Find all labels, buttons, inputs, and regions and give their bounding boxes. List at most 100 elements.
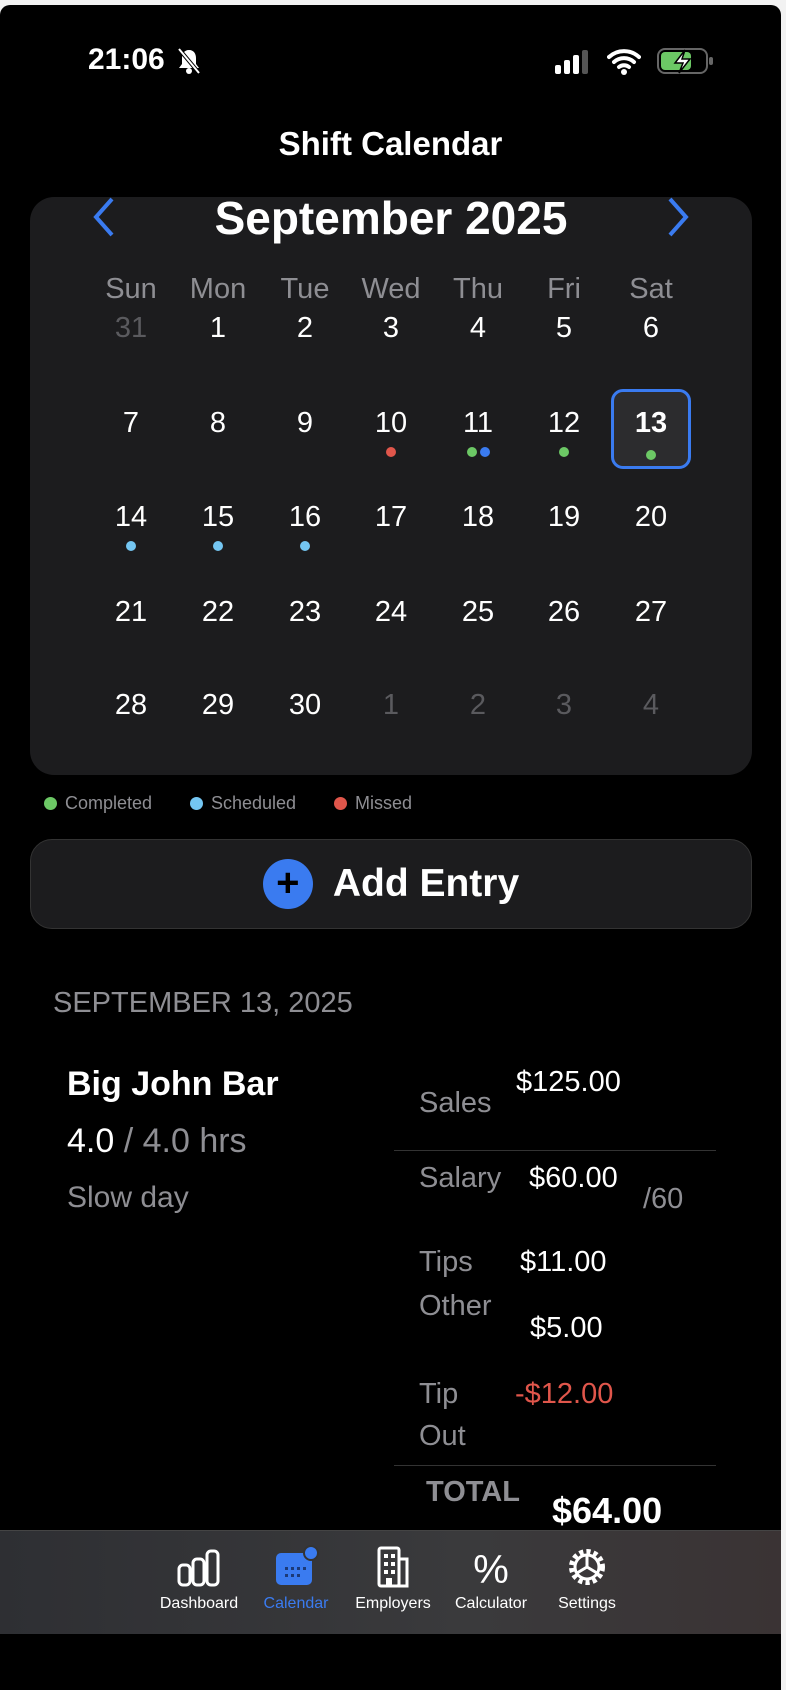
calendar-card: September 2025 Sun Mon Tue Wed Thu Fri Sat 31 1… [30,197,752,775]
tab-label: Dashboard [159,1595,239,1612]
gear-icon [569,1549,605,1585]
day-number: 3 [382,312,400,344]
calendar-day[interactable]: 26 [524,578,604,658]
silent-bell-icon [177,47,201,75]
calendar-day[interactable]: 10 [351,389,431,469]
day-number: 7 [122,407,140,439]
day-number: 6 [642,312,660,344]
divider [394,1150,716,1151]
calendar-day-selected[interactable]: 13 [611,389,691,469]
tab-calculator[interactable]: % Calculator [441,1545,541,1613]
employer-name: Big John Bar [67,1065,279,1103]
legend-label: Scheduled [211,793,297,813]
calendar-day[interactable]: 2 [265,294,345,374]
calendar-day[interactable]: 19 [524,483,604,563]
calendar-day[interactable]: 21 [91,578,171,658]
day-number: 17 [374,501,408,533]
day-number: 29 [201,689,235,721]
day-number: 1 [382,689,400,721]
calendar-day[interactable]: 23 [265,578,345,658]
calendar-day[interactable]: 27 [611,578,691,658]
calendar-day[interactable]: 25 [438,578,518,658]
scheduled-dot-icon [126,541,136,551]
day-number: 8 [209,407,227,439]
day-number: 4 [642,689,660,721]
day-number: 3 [555,689,573,721]
day-number: 13 [634,407,668,439]
percent-icon: % [473,1548,509,1589]
tab-dashboard[interactable]: Dashboard [149,1545,249,1613]
calendar-day[interactable]: 22 [178,578,258,658]
total-label: TOTAL [426,1476,520,1508]
next-month-chevron-icon[interactable] [664,197,694,239]
missed-dot-icon [334,797,347,810]
calendar-day[interactable]: 17 [351,483,431,563]
day-number: 27 [634,596,668,628]
calendar-day[interactable]: 20 [611,483,691,563]
tab-label: Calendar [263,1595,329,1612]
day-number: 23 [288,596,322,628]
signal-icon [555,50,588,74]
prev-month-chevron-icon[interactable] [88,197,118,239]
tab-settings[interactable]: Settings [537,1545,637,1613]
calendar-day[interactable]: 2 [438,671,518,751]
tipout-label: Tip Out [419,1378,466,1452]
page-title: Shift Calendar [278,125,503,162]
calendar-day[interactable]: 3 [524,671,604,751]
calendar-day[interactable]: 12 [524,389,604,469]
add-entry-button[interactable]: + Add Entry [30,839,752,929]
sales-label: Sales [419,1087,492,1119]
selected-date-header: SEPTEMBER 13, 2025 [53,987,353,1019]
calendar-day[interactable]: 24 [351,578,431,658]
sales-value: $125.00 [516,1066,621,1098]
svg-text:%: % [473,1548,509,1589]
calendar-day[interactable]: 8 [178,389,258,469]
calendar-day[interactable]: 1 [178,294,258,374]
completed-dot-icon [646,450,656,460]
calendar-day[interactable]: 29 [178,671,258,751]
salary-rate: /60 [643,1183,684,1215]
day-number: 14 [114,501,148,533]
day-number: 19 [547,501,581,533]
calendar-day[interactable]: 14 [91,483,171,563]
tab-label: Employers [355,1595,431,1612]
calendar-day[interactable]: 18 [438,483,518,563]
tab-calendar[interactable]: Calendar [246,1545,346,1613]
day-number: 24 [374,596,408,628]
tab-label: Calculator [454,1595,528,1612]
day-number: 31 [114,312,148,344]
other-dot-icon [479,447,490,457]
calendar-day[interactable]: 4 [438,294,518,374]
day-number: 30 [288,689,322,721]
tab-employers[interactable]: Employers [343,1545,443,1613]
tips-label: Tips [419,1246,473,1278]
legend-label: Missed [355,793,413,813]
calendar-day[interactable]: 11 [438,389,518,469]
calendar-day[interactable]: 6 [611,294,691,374]
calendar-day[interactable]: 7 [91,389,171,469]
completed-dot-icon [44,797,57,810]
calendar-day[interactable]: 31 [91,294,171,374]
calendar-day[interactable]: 5 [524,294,604,374]
day-number: 2 [296,312,314,344]
calendar-day[interactable]: 4 [611,671,691,751]
day-number: 22 [201,596,235,628]
day-number: 18 [461,501,495,533]
day-number: 10 [374,407,408,439]
calendar-day[interactable]: 15 [178,483,258,563]
calendar-icon [276,1545,319,1585]
calendar-day[interactable]: 30 [265,671,345,751]
calendar-day[interactable]: 9 [265,389,345,469]
tab-label: Settings [558,1595,616,1612]
day-number: 15 [201,501,235,533]
add-entry-label: Add Entry [332,862,520,905]
calendar-day[interactable]: 3 [351,294,431,374]
calendar-day[interactable]: 28 [91,671,171,751]
day-number: 12 [547,407,581,439]
calendar-day[interactable]: 16 [265,483,345,563]
shift-note: Slow day [67,1181,189,1214]
calendar-day[interactable]: 1 [351,671,431,751]
day-number: 2 [469,689,487,721]
hours-scheduled: / 4.0 hrs [123,1122,247,1160]
scheduled-dot-icon [300,541,310,551]
